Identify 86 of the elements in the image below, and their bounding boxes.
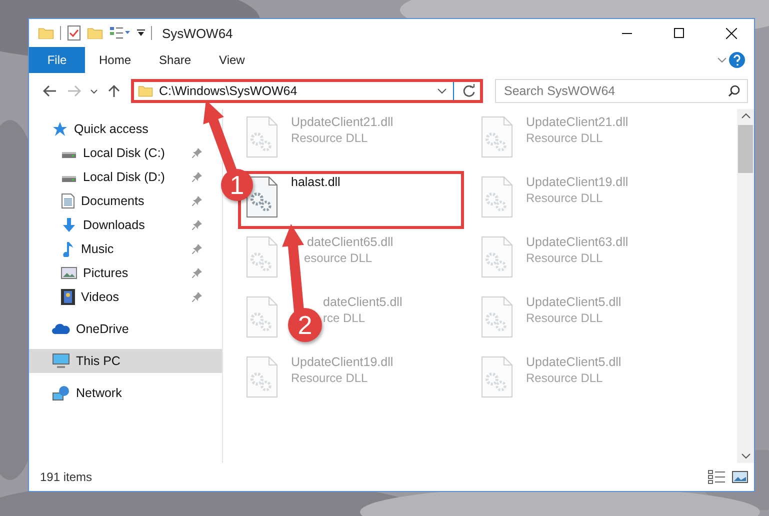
item-count: 191 items [40, 470, 92, 484]
file-name[interactable]: halast.dll [291, 175, 340, 189]
sidebar-item-label: Pictures [83, 266, 130, 280]
address-path: C:\Windows\SysWOW64 [159, 84, 298, 98]
sidebar-item[interactable]: Videos [29, 285, 206, 309]
sidebar-item-label: Quick access [74, 122, 150, 136]
scrollbar-thumb[interactable] [738, 125, 753, 173]
file-icon [480, 115, 514, 159]
sidebar-item[interactable]: Pictures [29, 261, 206, 285]
file-type: Resource DLL [526, 311, 603, 325]
sidebar-item-label: OneDrive [76, 322, 130, 336]
sidebar-item[interactable]: Documents [29, 189, 206, 213]
scrollbar[interactable] [737, 109, 754, 463]
sidebar-item[interactable]: Music [29, 237, 206, 261]
file-icon [480, 175, 514, 219]
forward-arrow-icon [67, 85, 81, 97]
folder-icon [138, 85, 153, 97]
ribbon-tab[interactable]: Share [145, 47, 206, 73]
large-icons-view-icon[interactable] [732, 470, 748, 484]
monitor-icon [52, 353, 70, 369]
file-type: Resource DLL [526, 371, 603, 385]
file-menu-button[interactable]: File [29, 47, 85, 73]
star-icon [52, 121, 68, 137]
file-icon [245, 115, 279, 159]
music-note-icon [61, 241, 75, 257]
properties-icon [67, 25, 81, 41]
pin-icon [192, 196, 202, 206]
download-arrow-icon [61, 217, 77, 233]
view-list-icon [109, 26, 131, 40]
pin-icon [192, 172, 202, 182]
sidebar-item[interactable]: This PC [29, 349, 222, 373]
new-folder-icon [87, 26, 103, 40]
file-type: Resource DLL [526, 131, 603, 145]
picture-icon [61, 266, 77, 280]
sidebar-item[interactable]: Downloads [29, 213, 206, 237]
sidebar-item[interactable]: Local Disk (D:) [29, 165, 206, 189]
ribbon-tab[interactable]: Home [85, 47, 146, 73]
details-view-icon[interactable] [708, 470, 726, 484]
folder-icon [38, 26, 54, 40]
minimize-icon [622, 32, 632, 34]
sidebar-item[interactable]: Quick access [29, 117, 206, 141]
file-type: Resource DLL [291, 131, 368, 145]
cloud-icon [52, 323, 70, 335]
sidebar-item[interactable]: Local Disk (C:) [29, 141, 206, 165]
file-icon [245, 355, 279, 399]
file-icon [480, 355, 514, 399]
search-field[interactable]: Search SysWOW64 [495, 79, 748, 103]
sidebar-item[interactable]: OneDrive [29, 317, 206, 341]
chevron-down-icon [90, 88, 98, 94]
sidebar-item-label: Local Disk (D:) [83, 170, 166, 184]
sidebar-item-label: Music [81, 242, 115, 256]
pin-icon [192, 292, 202, 302]
ribbon-tab[interactable]: View [205, 47, 259, 73]
file-type: Resource DLL [526, 191, 603, 205]
maximize-icon [674, 28, 684, 38]
customize-arrow-icon [137, 29, 145, 37]
sidebar-item-label: Local Disk (C:) [83, 146, 166, 160]
sidebar-item-label: Network [76, 386, 123, 400]
file-icon [480, 295, 514, 339]
file-type: Resource DLL [526, 251, 603, 265]
sidebar-item-label: This PC [76, 354, 122, 368]
file-icon [480, 235, 514, 279]
file-icon [245, 295, 279, 339]
address-bar[interactable]: C:\Windows\SysWOW64 [131, 79, 483, 103]
file-type: Resource DLL [291, 371, 368, 385]
close-icon [726, 28, 736, 38]
chevron-down-icon [437, 88, 447, 94]
sidebar-item-label: Downloads [83, 218, 146, 232]
document-icon [61, 193, 75, 209]
file-type: rce DLL [323, 311, 366, 325]
file-icon [245, 175, 279, 219]
window-title: SysWOW64 [162, 26, 233, 40]
film-icon [61, 289, 75, 305]
sidebar-item-label: Documents [81, 194, 146, 208]
pin-icon [192, 268, 202, 278]
file-type: esource DLL [304, 251, 372, 265]
back-arrow-icon [43, 85, 57, 97]
pin-icon [192, 220, 202, 230]
network-icon [52, 385, 70, 401]
pin-icon [192, 148, 202, 158]
search-icon [728, 85, 740, 97]
pin-icon [192, 244, 202, 254]
file-icon [245, 235, 279, 279]
sidebar-item[interactable]: Network [29, 381, 206, 405]
sidebar-item-label: Videos [81, 290, 120, 304]
up-arrow-icon [108, 84, 120, 98]
